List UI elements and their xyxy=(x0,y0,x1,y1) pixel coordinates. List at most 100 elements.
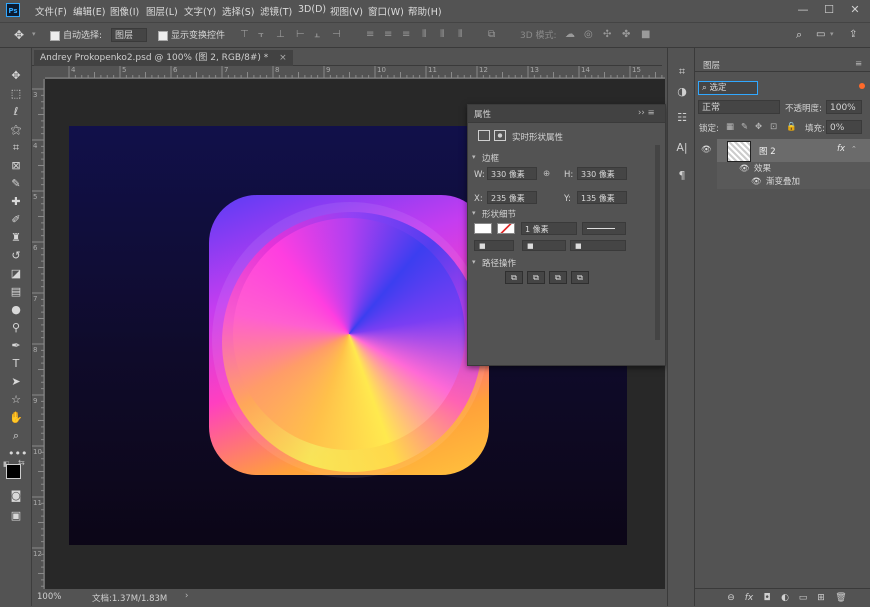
layer-effects-fx-icon[interactable]: fx xyxy=(837,144,845,154)
x-field[interactable]: 235 像素 xyxy=(487,191,537,204)
properties-icon[interactable]: ☷ xyxy=(674,110,690,126)
clone-stamp-icon[interactable]: ♜ xyxy=(8,230,24,246)
3d-scale-icon[interactable]: ■ xyxy=(641,29,650,40)
stroke-style-dropdown[interactable] xyxy=(582,222,626,235)
mask-icon[interactable] xyxy=(494,130,506,141)
fill-field[interactable]: 0% xyxy=(826,120,862,134)
menu-file[interactable]: 文件(F) xyxy=(35,4,67,18)
lock-position-icon[interactable]: ✥ xyxy=(755,122,762,132)
distribute-bottom-icon[interactable]: ≡ xyxy=(402,29,410,40)
quick-mask-icon[interactable]: ◙ xyxy=(8,488,24,504)
lasso-tool-icon[interactable]: ℓ xyxy=(8,104,24,120)
align-vcenter-icon[interactable]: ⫟ xyxy=(258,29,264,40)
path-select-icon[interactable]: ➤ xyxy=(8,374,24,390)
chevron-down-icon[interactable]: ▾ xyxy=(32,30,36,38)
menu-select[interactable]: 选择(S) xyxy=(222,4,254,18)
move-tool-icon[interactable]: ✥ xyxy=(14,28,24,42)
visibility-eye-icon[interactable]: 👁 xyxy=(739,162,750,176)
chevron-down-icon[interactable]: ▾ xyxy=(472,153,476,161)
auto-align-icon[interactable]: ⧉ xyxy=(488,29,495,40)
app-icon-inner-circle[interactable] xyxy=(233,218,465,450)
menu-help[interactable]: 帮助(H) xyxy=(408,4,442,18)
panel-menu-icon[interactable]: ≡ xyxy=(855,59,862,69)
stroke-width-field[interactable]: 1 像素 xyxy=(521,222,577,235)
lock-all-icon[interactable]: 🔒 xyxy=(786,122,797,132)
healing-brush-icon[interactable]: ✚ xyxy=(8,194,24,210)
delete-layer-icon[interactable]: 🗑 xyxy=(835,592,847,604)
history-icon[interactable]: ⌗ xyxy=(674,64,690,80)
menu-type[interactable]: 文字(Y) xyxy=(184,4,216,18)
document-tab[interactable]: Andrey Prokopenko2.psd @ 100% (图 2, RGB/… xyxy=(34,50,293,66)
minimize-button[interactable]: — xyxy=(795,2,811,18)
align-top-icon[interactable]: ⊤ xyxy=(240,29,249,40)
foreground-color-swatch[interactable] xyxy=(6,464,21,479)
height-field[interactable]: 330 像素 xyxy=(577,167,627,180)
distribute-right-icon[interactable]: ⦀ xyxy=(458,29,462,40)
paragraph-icon[interactable]: ¶ xyxy=(674,168,690,184)
frame-tool-icon[interactable]: ⊠ xyxy=(8,158,24,174)
type-tool-icon[interactable]: T xyxy=(8,356,24,372)
history-brush-icon[interactable]: ↺ xyxy=(8,248,24,264)
3d-slide-icon[interactable]: ✤ xyxy=(622,29,630,40)
move-tool-icon[interactable]: ✥ xyxy=(8,68,24,84)
fill-swatch[interactable] xyxy=(474,223,492,234)
distribute-hcenter-icon[interactable]: ⦀ xyxy=(440,29,444,40)
layer-filter-dropdown[interactable]: ⌕ 选定 xyxy=(698,81,758,95)
new-group-icon[interactable]: ▭ xyxy=(797,592,809,604)
exclude-overlap-button[interactable]: ⧉ xyxy=(571,271,589,284)
distribute-top-icon[interactable]: ≡ xyxy=(366,29,374,40)
character-icon[interactable]: A| xyxy=(674,140,690,156)
auto-select-checkbox[interactable] xyxy=(50,31,60,41)
menu-3d[interactable]: 3D(D) xyxy=(298,4,326,15)
transform-icon[interactable] xyxy=(478,130,490,141)
close-icon[interactable]: × xyxy=(279,53,287,63)
lock-image-icon[interactable]: ✎ xyxy=(741,122,748,132)
chevron-down-icon[interactable]: ▾ xyxy=(830,30,834,38)
visibility-eye-icon[interactable]: 👁 xyxy=(751,175,762,189)
3d-pan-icon[interactable]: ✣ xyxy=(603,29,611,40)
align-left-icon[interactable]: ⊢ xyxy=(296,29,305,40)
filter-toggle-icon[interactable] xyxy=(859,83,865,89)
width-field[interactable]: 330 像素 xyxy=(487,167,537,180)
intersect-shapes-button[interactable]: ⧉ xyxy=(549,271,567,284)
align-right-icon[interactable]: ⊣ xyxy=(332,29,341,40)
lock-pixels-icon[interactable]: ▦ xyxy=(726,122,734,132)
properties-tab[interactable]: 属性 xyxy=(474,108,491,120)
panel-menu-icon[interactable]: ›› ≡ xyxy=(638,108,655,118)
chevron-down-icon[interactable]: ▾ xyxy=(472,209,476,217)
layer-name[interactable]: 图 2 xyxy=(759,145,776,157)
align-bottom-icon[interactable]: ⊥ xyxy=(276,29,285,40)
pen-tool-icon[interactable]: ✒ xyxy=(8,338,24,354)
auto-select-target-dropdown[interactable]: 图层 xyxy=(111,28,147,42)
hand-tool-icon[interactable]: ✋ xyxy=(8,410,24,426)
add-style-fx-icon[interactable]: fx xyxy=(743,592,755,604)
stroke-swatch[interactable] xyxy=(497,223,515,234)
panel-scrollbar[interactable] xyxy=(655,145,660,340)
blend-mode-dropdown[interactable]: 正常 xyxy=(698,100,780,114)
menu-edit[interactable]: 编辑(E) xyxy=(73,4,105,18)
align-hcenter-icon[interactable]: ⫠ xyxy=(314,29,320,40)
effect-row[interactable]: 👁 渐变叠加 xyxy=(717,175,870,189)
visibility-eye-icon[interactable]: 👁 xyxy=(701,145,712,155)
add-mask-icon[interactable]: ◘ xyxy=(761,592,773,604)
zoom-tool-icon[interactable]: ⌕ xyxy=(8,428,24,444)
stroke-caps-dropdown[interactable]: ■ xyxy=(522,240,566,251)
chevron-up-icon[interactable]: ⌃ xyxy=(851,145,857,153)
menu-filter[interactable]: 滤镜(T) xyxy=(260,4,292,18)
layers-tab[interactable]: 图层 xyxy=(703,59,720,71)
workspace-icon[interactable]: ▭ xyxy=(816,29,825,40)
magic-wand-icon[interactable]: ⚝ xyxy=(8,122,24,138)
gradient-tool-icon[interactable]: ▤ xyxy=(8,284,24,300)
link-layers-icon[interactable]: ⊖ xyxy=(725,592,737,604)
shape-tool-icon[interactable]: ☆ xyxy=(8,392,24,408)
close-window-button[interactable]: ✕ xyxy=(847,2,863,18)
menu-view[interactable]: 视图(V) xyxy=(330,4,363,18)
chevron-right-icon[interactable]: › xyxy=(185,591,188,601)
effects-row[interactable]: 👁 效果 xyxy=(717,162,870,176)
brush-tool-icon[interactable]: ✐ xyxy=(8,212,24,228)
menu-image[interactable]: 图像(I) xyxy=(110,4,139,18)
lock-artboard-icon[interactable]: ⊡ xyxy=(770,122,777,132)
3d-orbit-icon[interactable]: ☁ xyxy=(565,29,575,40)
layer-thumbnail[interactable] xyxy=(727,141,751,162)
dodge-tool-icon[interactable]: ⚲ xyxy=(8,320,24,336)
